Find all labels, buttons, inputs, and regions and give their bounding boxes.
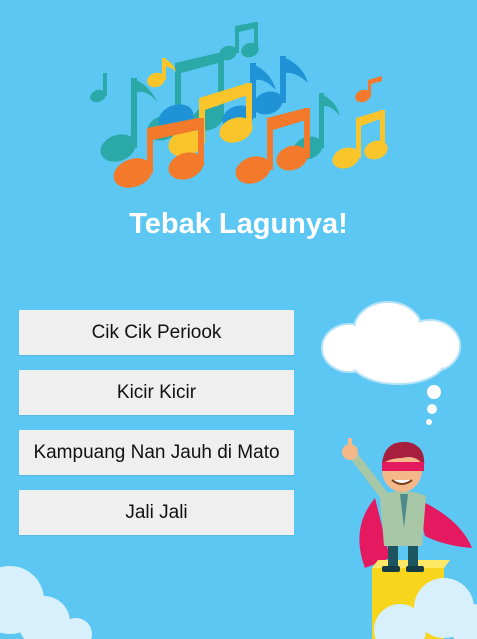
answer-button-3[interactable]: Kampuang Nan Jauh di Mato xyxy=(19,430,294,475)
thought-cloud-icon xyxy=(321,301,461,425)
answer-button-1[interactable]: Cik Cik Periook xyxy=(19,310,294,355)
answer-button-4[interactable]: Jali Jali xyxy=(19,490,294,535)
answer-button-2[interactable]: Kicir Kicir xyxy=(19,370,294,415)
music-notes-icon xyxy=(90,22,388,188)
game-screen: Tebak Lagunya! Cik Cik Periook Kicir Kic… xyxy=(0,0,477,639)
answer-list: Cik Cik Periook Kicir Kicir Kampuang Nan… xyxy=(19,310,294,550)
bottom-clouds xyxy=(0,566,477,639)
game-title: Tebak Lagunya! xyxy=(129,208,348,240)
